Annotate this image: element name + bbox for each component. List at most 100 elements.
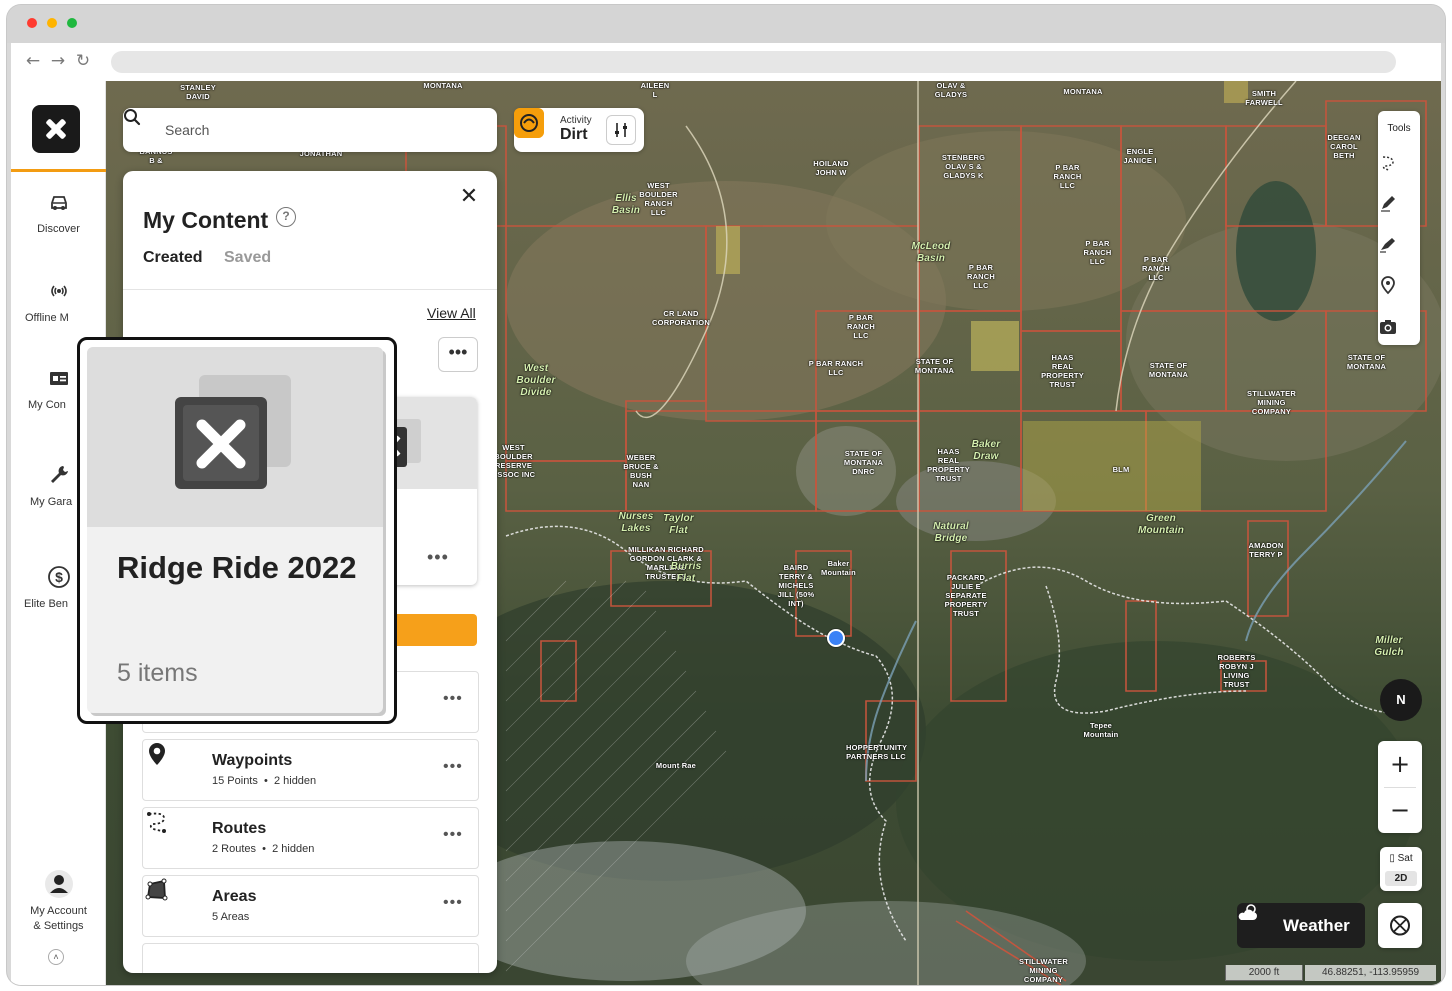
list-item-subtitle: 2 Routes • 2 hidden <box>212 843 315 855</box>
map-label: P BAR RANCH LLC <box>1083 239 1112 266</box>
rail-item-discover[interactable]: Discover <box>11 189 106 235</box>
list-item-hidden-count: 2 hidden <box>273 775 317 787</box>
list-item-title: Routes <box>212 820 267 837</box>
map-label: HOILAND JOHN W <box>813 159 849 177</box>
layer-mode: 2D <box>1385 871 1417 886</box>
map-label: McLeod Basin <box>911 241 951 264</box>
forward-arrow-icon[interactable]: → <box>48 51 68 71</box>
pencil-icon[interactable] <box>1378 193 1398 213</box>
avatar <box>44 870 73 898</box>
card-more-icon[interactable]: ••• <box>427 547 449 568</box>
weather-button[interactable]: Weather <box>1237 903 1365 948</box>
map-scale: 2000 ft <box>1225 965 1303 981</box>
list-item-subtitle: 5 Areas <box>212 911 249 923</box>
rail-item-label: Discover <box>37 223 80 235</box>
wrench-icon <box>50 466 68 483</box>
map-label: Ellis Basin <box>611 193 641 216</box>
camera-icon[interactable] <box>1378 317 1398 337</box>
map-label: HOPPERTUNITY PARTNERS LLC <box>846 743 908 761</box>
url-bar[interactable] <box>111 51 1396 73</box>
map-label: STANLEY DAVID <box>180 83 216 101</box>
map-label: WEBER BRUCE & BUSH NAN <box>623 453 659 489</box>
title-bar <box>7 5 1445 43</box>
list-item-more-icon[interactable]: ••• <box>443 758 463 776</box>
map-pin-icon[interactable] <box>1378 275 1398 295</box>
map-label: Natural Bridge <box>933 521 969 544</box>
list-item[interactable] <box>142 943 479 973</box>
map-label: BAIRD TERRY & MICHELS JILL (50% INT) <box>777 563 815 608</box>
activity-selector[interactable]: Activity Dirt <box>514 108 644 152</box>
map-layer-button[interactable]: ▯ Sat 2D <box>1380 847 1422 891</box>
list-item-stat: 5 Areas <box>212 911 250 923</box>
recenter-button[interactable] <box>1378 903 1422 948</box>
reload-icon[interactable]: ↻ <box>73 51 93 71</box>
list-item[interactable]: Routes 2 Routes • 2 hidden ••• <box>142 807 479 869</box>
search-icon <box>124 109 141 126</box>
close-icon[interactable]: ✕ <box>458 186 480 208</box>
list-item-more-icon[interactable]: ••• <box>443 690 463 708</box>
account-label-line-1: My Account <box>30 905 87 917</box>
zoom-in-button[interactable]: + <box>1378 741 1422 787</box>
maximize-window-button[interactable] <box>67 18 77 28</box>
minimize-window-button[interactable] <box>47 18 57 28</box>
tab-saved[interactable]: Saved <box>224 249 271 267</box>
activity-caption: Activity <box>560 115 592 126</box>
list-item[interactable]: Areas 5 Areas ••• <box>142 875 479 937</box>
current-location-marker[interactable] <box>827 629 845 647</box>
rail-item-offline-maps[interactable]: Offline M <box>11 278 106 324</box>
map-label: STATE OF MONTANA DNRC <box>843 449 884 476</box>
map-label: ENGLE JANICE I <box>1123 147 1157 165</box>
map-label: STENBERG OLAV S & GLADYS K <box>941 153 986 180</box>
list-item-more-icon[interactable]: ••• <box>443 826 463 844</box>
browser-window: ← → ↻ Discover Offline M My Con My Gara … <box>7 5 1445 985</box>
tab-created[interactable]: Created <box>143 249 203 267</box>
app-area: Discover Offline M My Con My Gara $ Elit… <box>11 81 1441 985</box>
chevron-up-icon[interactable]: ˄ <box>48 949 64 965</box>
collection-card[interactable]: Ridge Ride 2022 5 items <box>87 347 383 713</box>
sliders-icon <box>615 123 627 137</box>
map-label: Miller Gulch <box>1374 635 1404 658</box>
close-window-button[interactable] <box>27 18 37 28</box>
offroad-vehicle-icon <box>50 196 67 210</box>
search-bar[interactable] <box>123 108 497 152</box>
map-label: HAAS REAL PROPERTY TRUST <box>927 447 970 483</box>
activity-value: Dirt <box>560 126 588 143</box>
help-icon[interactable]: ? <box>276 207 296 227</box>
tools-bar: Tools <box>1378 111 1420 345</box>
dirt-bike-icon <box>514 108 544 138</box>
layer-type: ▯ Sat <box>1389 853 1413 864</box>
list-item-stat: 2 Routes <box>212 843 257 855</box>
list-item-more-icon[interactable]: ••• <box>443 894 463 912</box>
view-all-link[interactable]: View All <box>427 305 476 321</box>
account-label: My Account & Settings <box>11 904 106 934</box>
map-label: BLM <box>1112 465 1130 474</box>
map-label: Green Mountain <box>1137 513 1185 536</box>
back-arrow-icon[interactable]: ← <box>23 51 43 71</box>
search-input[interactable] <box>165 120 475 140</box>
map-label: HAAS REAL PROPERTY TRUST <box>1041 353 1084 389</box>
list-item-subtitle: 15 Points • 2 hidden <box>212 775 317 787</box>
map-label: MONTANA <box>1063 87 1103 96</box>
compass-button[interactable]: N <box>1380 679 1422 721</box>
zoom-out-button[interactable]: − <box>1378 787 1422 833</box>
app-logo[interactable] <box>32 105 80 153</box>
collection-preview-card[interactable]: Ridge Ride 2022 5 items <box>77 337 397 724</box>
rail-item-account[interactable]: My Account & Settings <box>11 869 106 934</box>
map-label: Taylor Flat <box>663 513 694 536</box>
weather-label: Weather <box>1283 916 1350 935</box>
map-label: Baker Mountain <box>821 559 856 577</box>
more-options-button[interactable]: ••• <box>438 337 478 372</box>
filter-button[interactable] <box>606 115 636 145</box>
list-item[interactable]: Waypoints 15 Points • 2 hidden ••• <box>142 739 479 801</box>
map-coordinates: 46.88251, -113.95959 <box>1305 965 1436 981</box>
route-icon <box>147 812 166 833</box>
route-draw-icon[interactable] <box>1378 153 1398 173</box>
map-label: OLAV & GLADYS <box>934 81 968 99</box>
map-label: MONTANA <box>423 81 463 90</box>
map-label: SMITH FARWELL <box>1245 89 1283 107</box>
area-draw-icon[interactable] <box>1378 235 1398 255</box>
collection-title: Ridge Ride 2022 <box>117 550 357 585</box>
account-label-line-2: & Settings <box>33 920 84 932</box>
collection-count: 5 items <box>117 659 198 687</box>
zoom-control: + − <box>1378 741 1422 833</box>
